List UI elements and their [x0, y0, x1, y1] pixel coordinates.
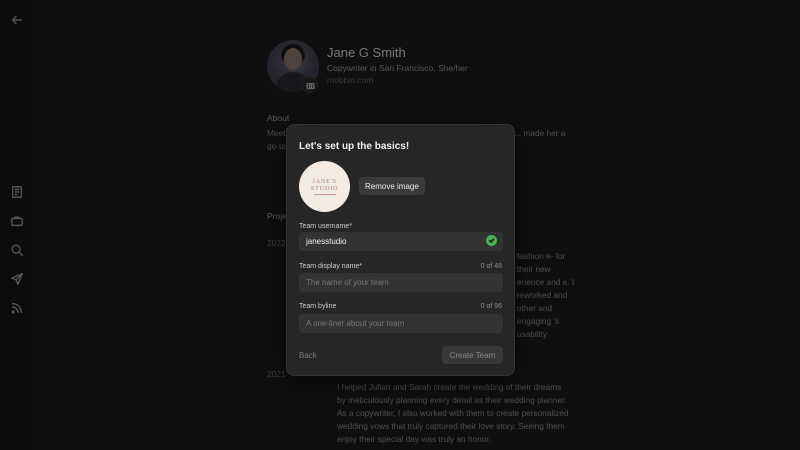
byline-input[interactable] [299, 314, 503, 333]
back-button[interactable]: Back [299, 351, 317, 360]
display-name-label: Team display name* [299, 263, 363, 270]
remove-image-button[interactable]: Remove image [359, 177, 425, 195]
display-name-counter: 0 of 48 [480, 263, 502, 270]
display-name-input[interactable] [299, 273, 503, 292]
logo-text-line1: JANE'S [312, 177, 337, 185]
username-label: Team username* [299, 223, 352, 230]
create-team-button[interactable]: Create Team [442, 346, 503, 364]
modal-title: Let's set up the basics! [299, 141, 410, 152]
username-input[interactable] [299, 232, 503, 251]
byline-counter: 0 of 96 [480, 303, 502, 310]
check-icon [486, 235, 497, 246]
logo-text-line2: STUDIO [310, 184, 339, 192]
byline-label: Team byline [299, 303, 337, 310]
logo-divider [313, 193, 336, 195]
team-logo[interactable]: JANE'S STUDIO [299, 161, 350, 212]
setup-team-modal: Let's set up the basics! JANE'S STUDIO R… [286, 124, 515, 376]
